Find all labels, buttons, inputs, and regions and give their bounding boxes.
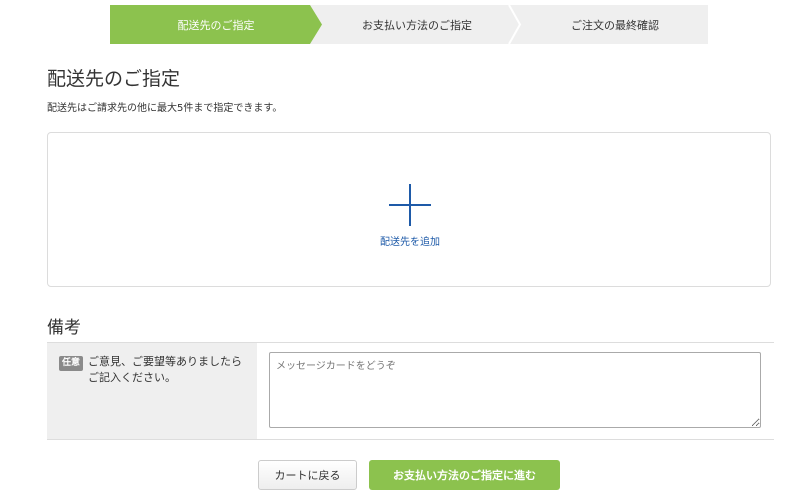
remarks-section-title: 備考 <box>47 318 81 338</box>
step-separator-icon <box>508 5 522 44</box>
remarks-row: 任意 ご意見、ご要望等ありましたらご記入ください。 <box>47 342 774 440</box>
step-confirm: ご注文の最終確認 <box>522 5 708 44</box>
optional-badge: 任意 <box>59 356 84 371</box>
proceed-to-payment-button[interactable]: お支払い方法のご指定に進む <box>369 460 560 490</box>
add-destination-label[interactable]: 配送先を追加 <box>360 233 460 248</box>
remarks-label-cell: 任意 ご意見、ご要望等ありましたらご記入ください。 <box>47 343 257 439</box>
step-label: お支払い方法のご指定 <box>362 18 472 32</box>
step-label: 配送先のご指定 <box>177 18 255 32</box>
page-description: 配送先はご請求先の他に最大5件まで指定できます。 <box>47 103 283 114</box>
checkout-steps: 配送先のご指定 お支払い方法のご指定 ご注文の最終確認 <box>110 5 708 44</box>
back-to-cart-button[interactable]: カートに戻る <box>258 460 357 490</box>
remarks-input[interactable] <box>269 352 761 428</box>
plus-icon[interactable] <box>389 184 431 226</box>
page-title: 配送先のご指定 <box>47 68 181 90</box>
step-label: ご注文の最終確認 <box>571 18 659 32</box>
remarks-label: ご意見、ご要望等ありましたらご記入ください。 <box>88 355 242 384</box>
step-payment: お支払い方法のご指定 <box>322 5 512 44</box>
step-shipping: 配送先のご指定 <box>110 5 322 44</box>
